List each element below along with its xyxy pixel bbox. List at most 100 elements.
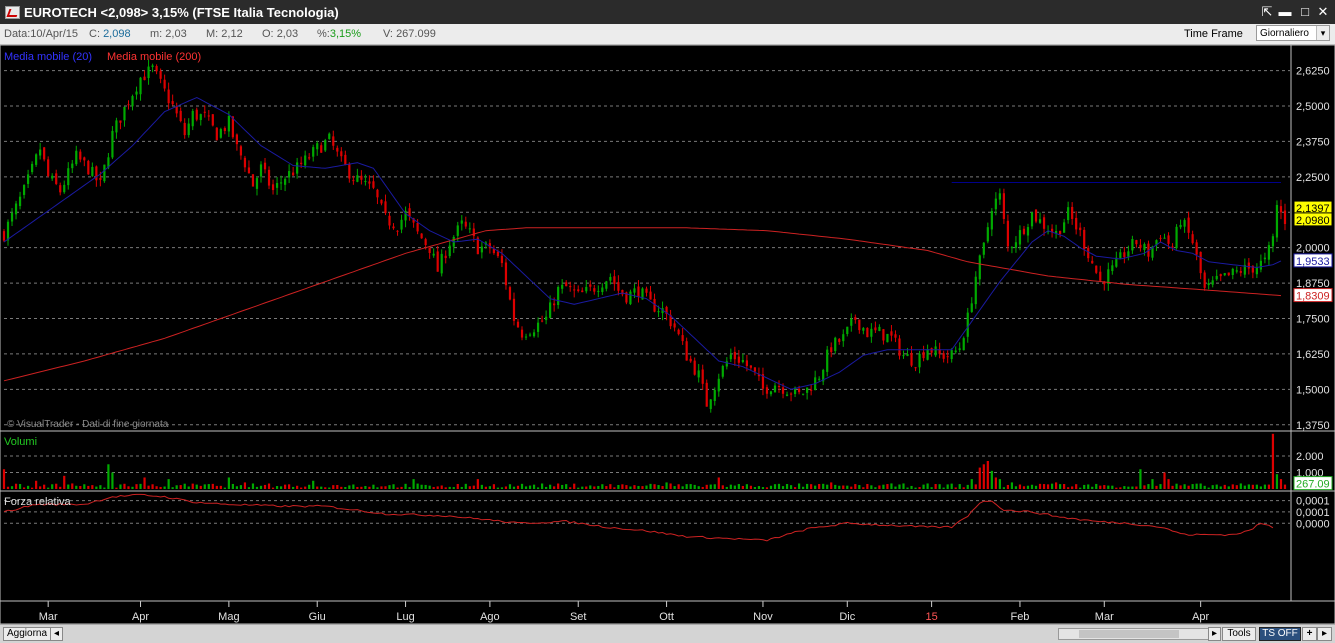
candle-body: [946, 356, 949, 358]
candle-body: [1199, 251, 1202, 274]
volume-bar: [95, 486, 98, 489]
ts-off-button[interactable]: TS OFF: [1259, 627, 1301, 641]
time-tick-label: Ago: [480, 611, 500, 623]
time-tick-label: Apr: [1192, 611, 1209, 623]
volume-bar: [713, 484, 716, 489]
candle-body: [151, 65, 154, 68]
volume-bar: [1151, 479, 1154, 489]
volume-bar: [653, 484, 656, 489]
volume-bar: [649, 483, 652, 489]
volume-bar: [1215, 484, 1218, 489]
candle-body: [894, 334, 897, 338]
candle-body: [657, 311, 660, 313]
candle-body: [749, 365, 753, 368]
volume-bar: [854, 484, 857, 489]
candle-body: [444, 255, 447, 259]
volume-bar: [1059, 484, 1062, 489]
candle-body: [1006, 220, 1010, 247]
navigate-right-button[interactable]: ▸: [1317, 627, 1332, 641]
chevron-down-icon[interactable]: ▾: [1316, 26, 1329, 40]
candle-body: [420, 233, 423, 239]
candle-body: [344, 154, 347, 165]
volume-bar: [207, 484, 210, 489]
volume-bar: [1219, 486, 1222, 489]
candle-body: [1091, 260, 1094, 264]
candle-body: [75, 150, 78, 165]
zoom-in-button[interactable]: +: [1302, 627, 1317, 641]
candle-body: [79, 151, 82, 160]
candle-body: [464, 221, 467, 227]
timeframe-select[interactable]: Giornaliero ▾: [1256, 25, 1330, 41]
candle-body: [275, 183, 279, 188]
tools-button[interactable]: Tools: [1222, 627, 1256, 641]
candle-body: [22, 185, 26, 195]
volume-bar: [557, 483, 560, 489]
candle-body: [958, 348, 961, 350]
volume-bar: [468, 486, 471, 489]
maximize-icon[interactable]: □: [1296, 3, 1314, 21]
volume-bar: [147, 485, 150, 489]
close-icon[interactable]: ✕: [1314, 3, 1332, 21]
candle-body: [59, 185, 62, 193]
volume-label: Volumi: [4, 436, 37, 448]
refresh-button[interactable]: Aggiorna: [3, 627, 52, 641]
volume-bar: [1046, 484, 1050, 489]
volume-bar: [143, 477, 146, 489]
volume-bar: [356, 486, 359, 489]
title-bar: EUROTECH <2,098> 3,15% (FTSE Italia Tecn…: [0, 0, 1335, 24]
candle-body: [35, 154, 38, 165]
volume-bar: [1079, 487, 1082, 489]
candle-body: [448, 245, 451, 257]
candle-body: [902, 355, 905, 357]
candle-body: [918, 353, 921, 368]
volume-bar: [420, 484, 423, 489]
volume-bar: [705, 484, 708, 489]
volume-bar: [1006, 484, 1010, 489]
horizontal-scrollbar[interactable]: [1058, 628, 1210, 640]
volume-bar: [2, 469, 6, 489]
volume-bar: [1147, 484, 1150, 489]
volume-bar: [388, 485, 391, 489]
volume-bar: [127, 486, 130, 489]
candle-body: [219, 129, 222, 138]
volume-bar: [886, 484, 889, 489]
volume-bar: [822, 483, 825, 489]
candle-body: [468, 228, 471, 230]
candle-body: [773, 385, 777, 393]
volume-bar: [549, 484, 552, 489]
volume-bar: [372, 484, 375, 489]
pin-icon[interactable]: ⇱: [1258, 3, 1276, 21]
volume-bar: [1054, 482, 1058, 489]
scroll-left-icon[interactable]: ◂: [50, 627, 63, 641]
bottom-toolbar: Aggiorna ◂ ▸ Tools TS OFF + ▸: [0, 624, 1335, 643]
candle-body: [432, 253, 435, 256]
max-field: M: 2,12: [206, 28, 243, 40]
candle-body: [882, 329, 885, 341]
volume-bar: [55, 483, 58, 489]
candle-body: [1123, 252, 1126, 258]
volume-bar: [231, 483, 234, 489]
volume-bar: [978, 467, 981, 489]
volume-bar: [810, 484, 813, 489]
candle-body: [1187, 217, 1190, 233]
candle-body: [705, 382, 708, 407]
volume-bar: [344, 487, 347, 489]
stock-chart[interactable]: 2,62502,50002,37502,25002,12502,00001,87…: [0, 45, 1335, 624]
candle-body: [1067, 207, 1070, 221]
scrollbar-thumb[interactable]: [1079, 630, 1179, 638]
volume-bar: [926, 483, 929, 489]
volume-bar: [637, 485, 640, 489]
volume-bar: [275, 486, 279, 489]
minimize-icon[interactable]: ▬: [1276, 3, 1294, 21]
volume-bar: [1239, 483, 1242, 489]
scroll-right-icon[interactable]: ▸: [1208, 627, 1221, 641]
volume-bar: [496, 487, 500, 489]
candle-body: [496, 251, 500, 257]
volume-bar: [793, 487, 797, 489]
volume-bar: [1115, 487, 1118, 489]
volume-bar: [63, 475, 66, 489]
candle-body: [741, 360, 744, 362]
volume-bar: [954, 487, 957, 489]
volume-bar: [589, 485, 592, 489]
volume-bar: [721, 485, 724, 489]
